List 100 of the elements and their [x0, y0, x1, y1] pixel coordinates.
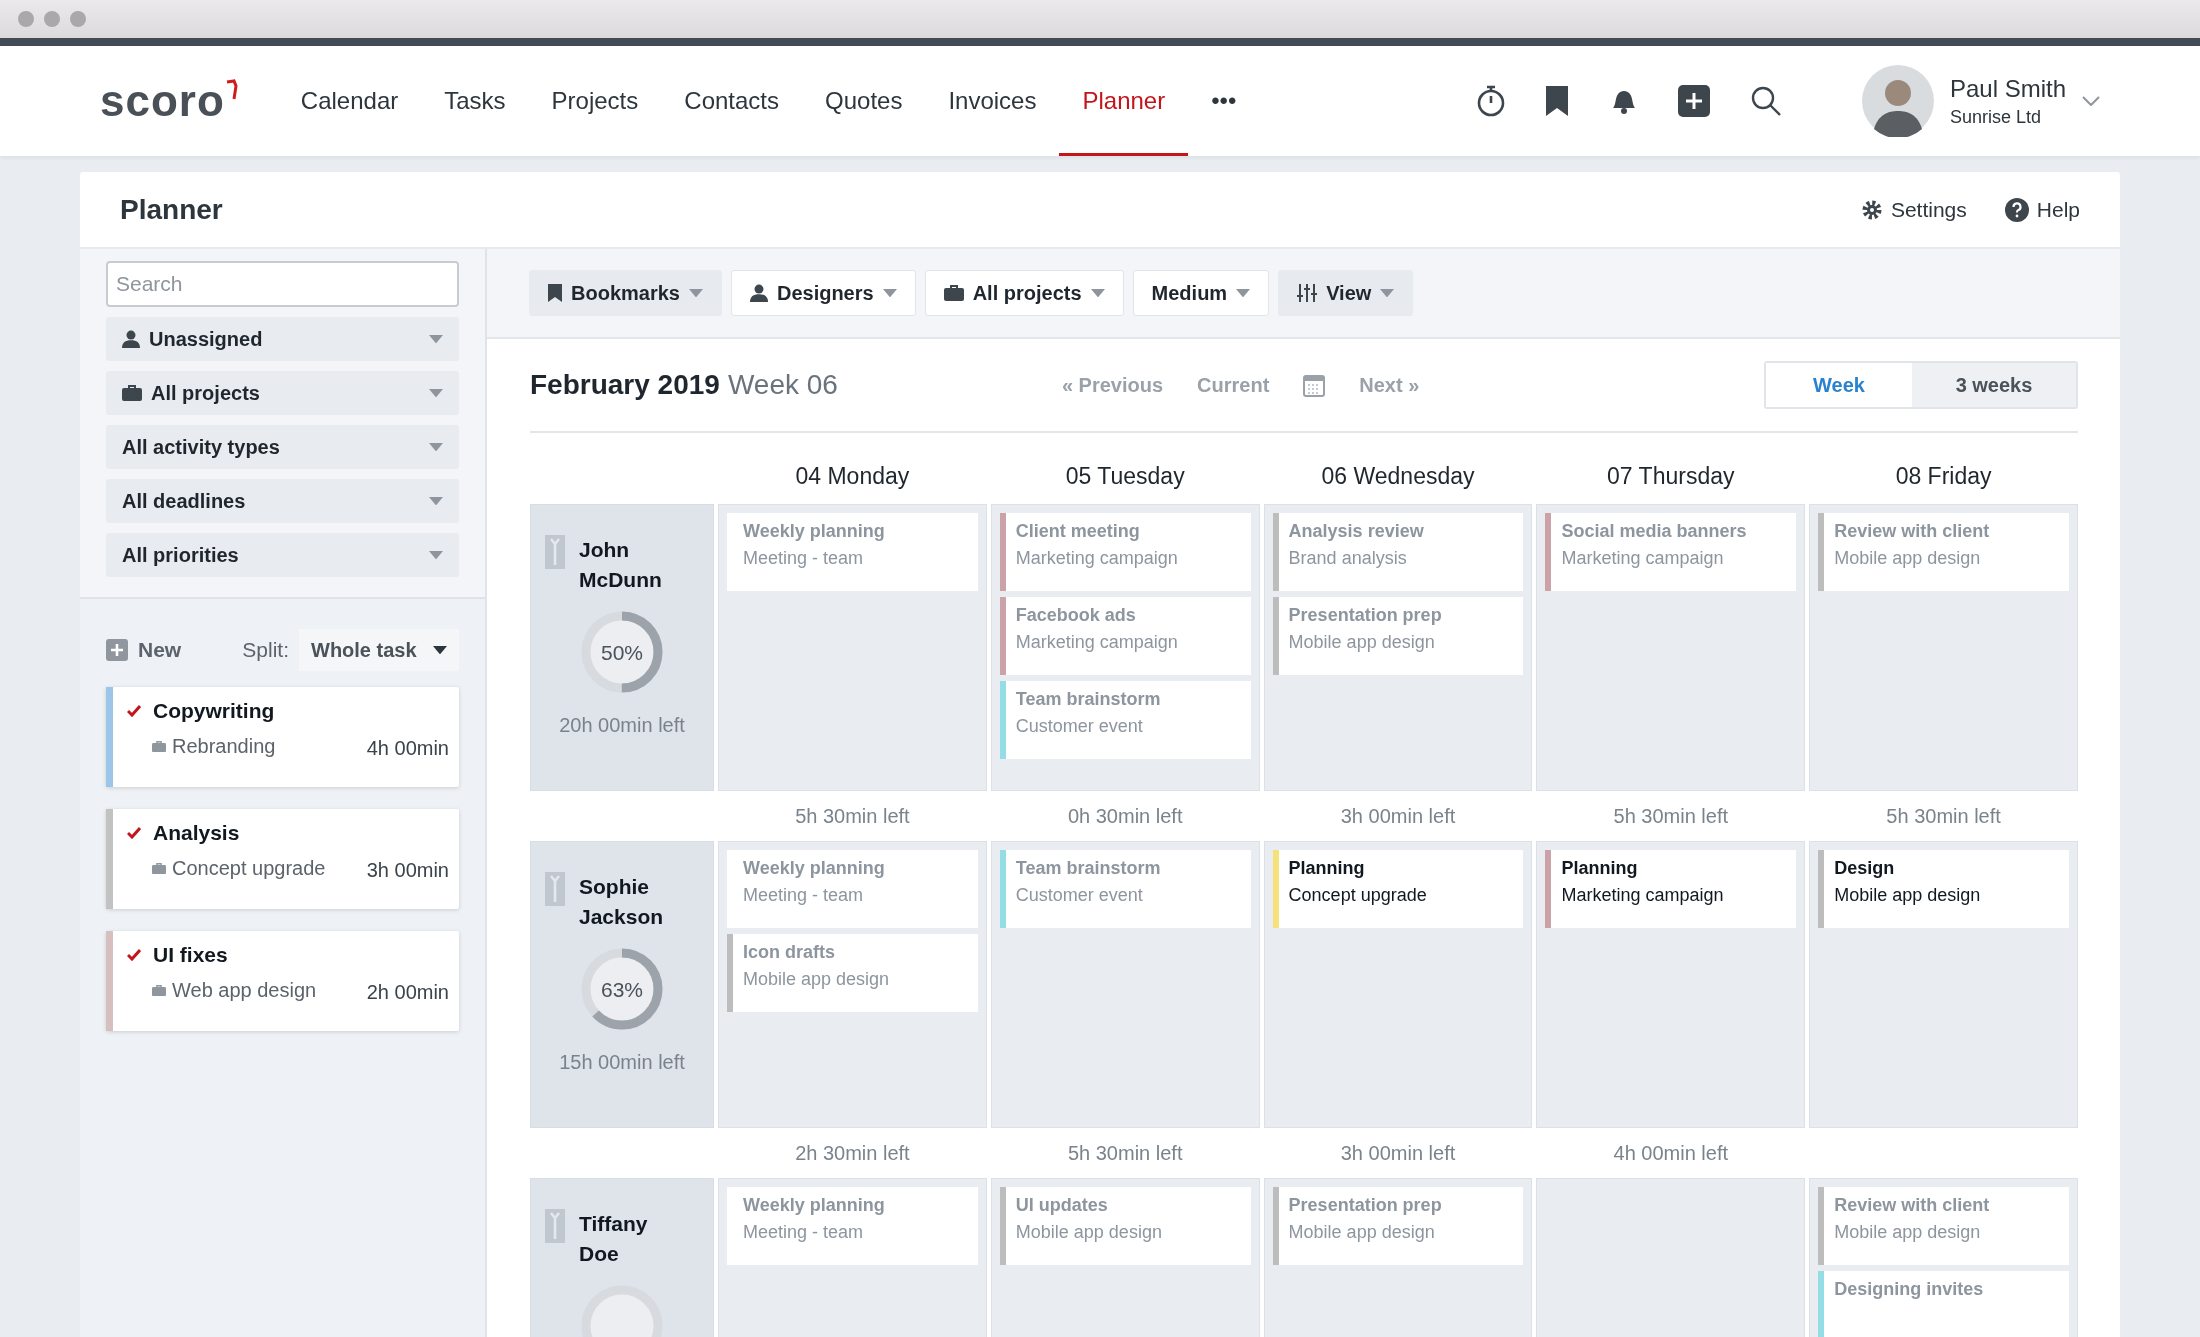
event-title: Designing invites — [1834, 1279, 1984, 1300]
hours-left: 2h 30min left — [795, 1141, 910, 1165]
caret-icon — [688, 288, 703, 298]
person-icon — [545, 872, 565, 906]
briefcase-icon — [122, 385, 142, 401]
event-title: Planning — [1561, 858, 1639, 879]
task-project: Rebranding — [172, 735, 276, 758]
nav-tab[interactable]: Tasks — [421, 46, 529, 156]
event-subtitle: Marketing campaign — [1561, 885, 1724, 906]
event-title: Facebook ads — [1015, 605, 1137, 626]
day-header: 08 Friday — [1894, 462, 1993, 491]
nav-tab[interactable]: ••• — [1188, 46, 1260, 156]
filter-dropdown[interactable]: All projects — [106, 371, 459, 415]
task-card[interactable]: Analysis Concept upgrade 3h 00min — [106, 809, 459, 909]
filter-dropdown[interactable]: Unassigned — [106, 317, 459, 361]
logo[interactable]: scoro — [100, 75, 238, 127]
nav-tab[interactable]: Projects — [528, 46, 662, 156]
event-subtitle: Meeting - team — [743, 1222, 865, 1243]
user-company: Sunrise Ltd — [1949, 106, 2042, 128]
period-week: Week 06 — [727, 369, 838, 401]
task-card[interactable]: UI fixes Web app design 2h 00min — [106, 931, 459, 1031]
filter-dropdown[interactable]: All activity types — [106, 425, 459, 469]
task-project: Web app design — [172, 979, 317, 1002]
event-title: Presentation prep — [1288, 1195, 1442, 1216]
help-link[interactable]: Help — [2004, 197, 2080, 222]
hours-left: 3h 00min left — [1340, 1141, 1456, 1165]
avatar[interactable] — [1861, 65, 1934, 137]
event-title: Presentation prep — [1288, 605, 1442, 626]
filter-dropdown[interactable]: All deadlines — [106, 479, 459, 523]
toolbar-dropdown[interactable]: Medium — [1132, 270, 1270, 316]
event-title: UI updates — [1015, 1195, 1109, 1216]
toolbar-dropdown[interactable]: Bookmarks — [529, 270, 722, 316]
hours-left: 5h 30min left — [1067, 1141, 1183, 1165]
event-subtitle: Customer event — [1015, 885, 1144, 906]
task-title: Analysis — [153, 821, 240, 845]
event-title: Team brainstorm — [1015, 689, 1161, 710]
user-name: Paul Smith — [1949, 74, 2066, 103]
day-header: 07 Thursday — [1606, 462, 1736, 491]
view-toggle[interactable]: 3 weeks — [1912, 363, 2076, 407]
caret-icon — [1236, 288, 1251, 298]
event-card[interactable]: Design Mobile app design — [1818, 850, 2069, 928]
event-subtitle: Marketing campaign — [1015, 548, 1178, 569]
event-subtitle: Mobile app design — [1834, 885, 1981, 906]
day-header: 04 Monday — [794, 462, 911, 491]
event-title: Team brainstorm — [1015, 858, 1161, 879]
person-icon — [749, 284, 768, 302]
hours-left: 20h 00min left — [559, 713, 685, 737]
workload-ring: 63% — [580, 946, 664, 1031]
event-card[interactable]: Planning Concept upgrade — [1272, 850, 1524, 928]
event-subtitle: Mobile app design — [1834, 548, 1982, 569]
check-icon[interactable] — [127, 705, 141, 717]
calendar-icon[interactable] — [1303, 373, 1326, 397]
person-name: John McDunn — [579, 537, 663, 594]
task-duration: 2h 00min — [366, 981, 449, 1004]
nav-tab[interactable]: Contacts — [661, 46, 802, 156]
caret-icon — [1090, 288, 1105, 298]
workload-ring: 50% — [580, 609, 664, 694]
briefcase-icon — [152, 740, 166, 753]
hours-left: 0h 30min left — [1067, 804, 1183, 828]
event-subtitle: Mobile app design — [1288, 1222, 1436, 1243]
hours-left: 3h 00min left — [1340, 804, 1456, 828]
event-subtitle: Marketing campaign — [1561, 548, 1725, 569]
person-name: Sophie Jackson — [579, 874, 665, 931]
nav-tab[interactable]: Planner — [1059, 46, 1189, 156]
event-title: Review with client — [1834, 1195, 1990, 1216]
caret-icon — [429, 442, 443, 452]
event-subtitle: Mobile app design — [743, 969, 890, 990]
nav-tab[interactable]: Quotes — [802, 46, 926, 156]
event-subtitle: Meeting - team — [743, 885, 865, 906]
hours-left: 15h 00min left — [559, 1050, 685, 1074]
new-button[interactable]: New — [106, 638, 182, 662]
event-title: Analysis review — [1288, 521, 1424, 542]
chevron-icon[interactable] — [2082, 96, 2100, 106]
nav-tab[interactable]: Calendar — [277, 46, 422, 156]
briefcase-icon — [152, 862, 166, 875]
check-icon[interactable] — [127, 949, 141, 961]
event-subtitle: Meeting - team — [743, 548, 865, 569]
caret-icon — [429, 388, 443, 398]
event-subtitle: Concept upgrade — [1288, 885, 1427, 906]
search-field[interactable]: Search — [106, 261, 459, 307]
event-subtitle: Marketing campaign — [1015, 632, 1178, 653]
event-card[interactable]: Planning Marketing campaign — [1545, 850, 1797, 928]
caret-icon — [433, 645, 447, 655]
filter-dropdown[interactable]: All priorities — [106, 533, 459, 577]
toolbar-dropdown[interactable]: View — [1278, 270, 1414, 316]
split-label: Split: — [242, 638, 289, 662]
plus-icon — [106, 639, 128, 661]
event-subtitle: Mobile app design — [1288, 632, 1436, 653]
check-icon[interactable] — [127, 827, 141, 839]
task-duration: 3h 00min — [366, 859, 449, 882]
person-icon — [545, 535, 565, 569]
settings-link[interactable]: Settings — [1860, 197, 1967, 222]
caret-icon — [429, 550, 443, 560]
toolbar-dropdown[interactable]: Designers — [730, 270, 916, 316]
event-title: Design — [1834, 858, 1896, 879]
nav-tab[interactable]: Invoices — [925, 46, 1060, 156]
task-card[interactable]: Copywriting Rebranding 4h 00min — [106, 687, 459, 787]
toolbar-dropdown[interactable]: All projects — [924, 270, 1124, 316]
split-dropdown[interactable]: Whole task — [299, 629, 459, 671]
person-name: Tiffany Doe — [579, 1211, 649, 1268]
